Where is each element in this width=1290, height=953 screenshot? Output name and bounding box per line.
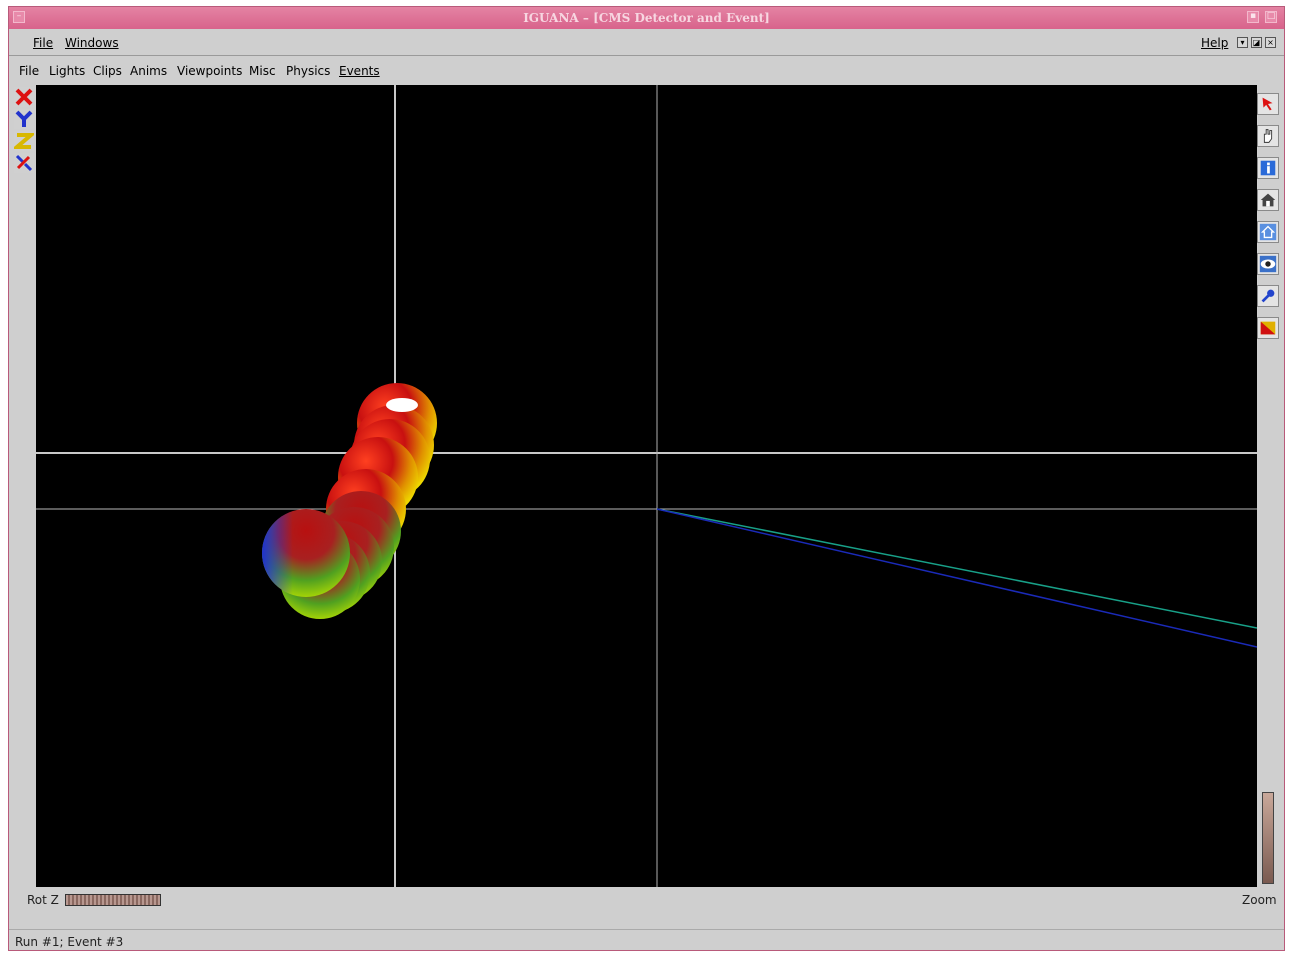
view-menu-viewpoints[interactable]: Viewpoints	[177, 64, 242, 78]
view-menu-misc[interactable]: Misc	[249, 64, 276, 78]
menu-file[interactable]: File	[33, 36, 53, 50]
menu-help-label: Help	[1201, 36, 1229, 50]
view-all-eye-icon[interactable]	[1257, 253, 1279, 275]
view-menu-anims[interactable]: Anims	[130, 64, 167, 78]
menu-windows[interactable]: Windows	[65, 36, 119, 50]
rot-z-label: Rot Z	[27, 893, 59, 907]
seek-tool-icon[interactable]	[1257, 285, 1279, 307]
status-text: Run #1; Event #3	[15, 935, 124, 949]
view-menu-bar: File Lights Clips Anims Viewpoints Misc …	[9, 59, 1284, 83]
view-menu-events[interactable]: Events	[339, 64, 380, 78]
menu-help[interactable]: Help	[1201, 36, 1228, 50]
zoom-slider[interactable]	[1262, 792, 1274, 884]
menu-windows-label: Windows	[65, 36, 119, 50]
app-window: – IGUANA – [CMS Detector and Event] ▪ □ …	[8, 6, 1285, 951]
mdi-close-button[interactable]: ×	[1265, 37, 1276, 48]
view-menu-physics[interactable]: Physics	[286, 64, 330, 78]
info-icon[interactable]	[1257, 157, 1279, 179]
projection-icon[interactable]	[1257, 317, 1279, 339]
rot-z-slider[interactable]	[65, 894, 161, 906]
view-menu-lights[interactable]: Lights	[49, 64, 85, 78]
menu-file-label: File	[33, 36, 54, 50]
y-axis-icon[interactable]	[14, 109, 34, 129]
mdi-restore-button[interactable]: ◪	[1251, 37, 1262, 48]
minimize-button[interactable]: ▪	[1247, 11, 1259, 23]
energy-deposit-cluster	[262, 383, 437, 619]
view-menu-file[interactable]: File	[19, 64, 39, 78]
zoom-label: Zoom	[1242, 893, 1277, 907]
title-bar[interactable]: – IGUANA – [CMS Detector and Event] ▪ □	[9, 7, 1284, 29]
pan-hand-icon[interactable]	[1257, 125, 1279, 147]
window-title: IGUANA – [CMS Detector and Event]	[523, 11, 770, 25]
mdi-minimize-button[interactable]: ▾	[1237, 37, 1248, 48]
scene-canvas[interactable]	[36, 85, 1257, 887]
select-arrow-icon[interactable]	[1257, 93, 1279, 115]
status-bar: Run #1; Event #3	[9, 929, 1284, 952]
z-axis-icon[interactable]	[14, 131, 34, 151]
x-axis-icon[interactable]	[14, 87, 34, 107]
home-icon[interactable]	[1257, 189, 1279, 211]
view-menu-clips[interactable]: Clips	[93, 64, 122, 78]
3d-viewport[interactable]	[36, 85, 1257, 887]
seek-icon[interactable]	[14, 153, 34, 173]
track-green	[656, 508, 1257, 629]
main-menu-bar: File Windows Help ▾ ◪ ×	[9, 31, 1284, 56]
set-home-icon[interactable]	[1257, 221, 1279, 243]
track-blue	[656, 508, 1257, 648]
maximize-button[interactable]: □	[1265, 11, 1277, 23]
